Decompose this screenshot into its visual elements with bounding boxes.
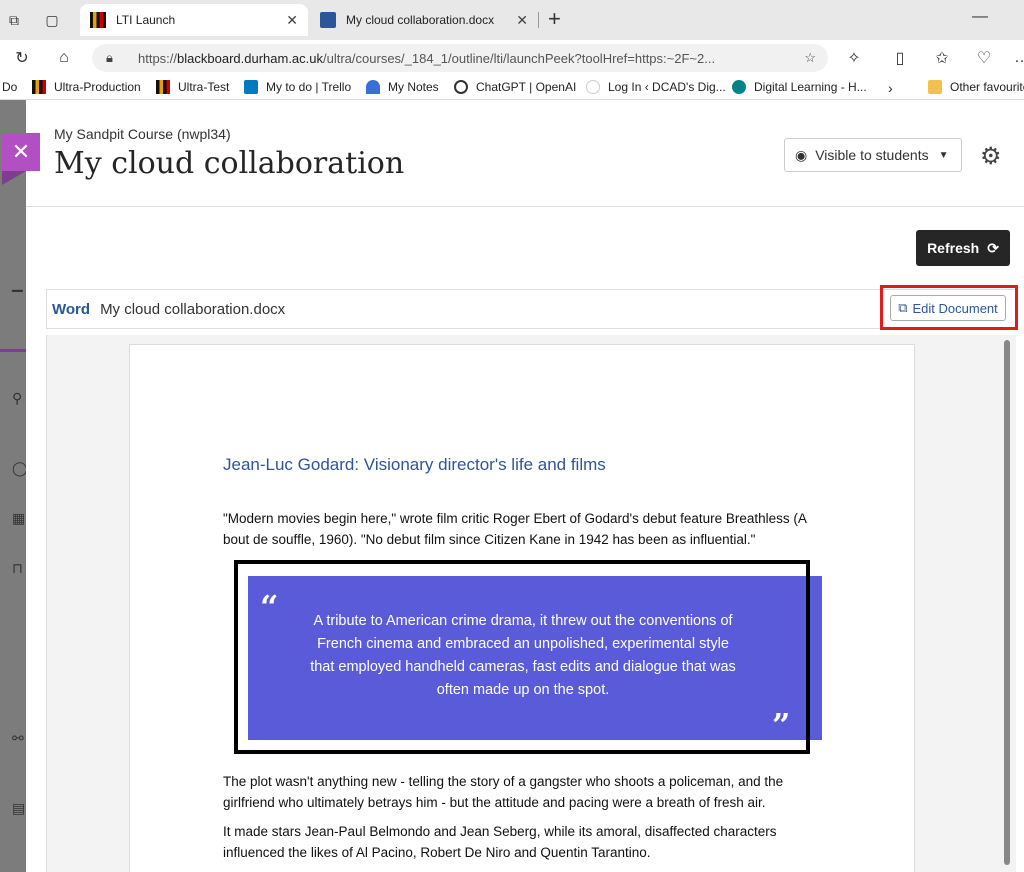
wordpress-icon — [586, 80, 600, 94]
visibility-dropdown[interactable]: ◉ Visible to students ▼ — [784, 138, 962, 172]
refresh-button[interactable]: Refresh ⟳ — [916, 230, 1010, 266]
bookmark-digital-learning[interactable]: Digital Learning - H... — [732, 80, 867, 94]
word-document-bar: Word My cloud collaboration.docx — [46, 289, 1016, 329]
highlight-box — [880, 285, 1018, 330]
bookmarks-bar: Do Ultra-Production Ultra-Test My to do … — [0, 76, 1024, 100]
lock-icon: 🔒︎ — [106, 50, 113, 65]
bookmark-ultra-test[interactable]: Ultra-Test — [156, 80, 229, 94]
blackboard-favicon — [90, 12, 106, 28]
reload-icon[interactable]: ↻ — [12, 48, 32, 68]
new-tab-icon[interactable]: + — [548, 8, 561, 30]
tab-word-doc[interactable]: My cloud collaboration.docx ✕ — [310, 4, 538, 36]
refresh-label: Refresh — [927, 240, 980, 256]
browser-essentials-icon[interactable]: ♡ — [974, 48, 994, 68]
favorites-icon[interactable]: ✩ — [932, 48, 952, 68]
header-divider — [26, 206, 1024, 207]
tab-separator — [538, 12, 539, 28]
url-prefix: https:// — [138, 50, 178, 66]
lti-peek-panel: My Sandpit Course (nwpl34) My cloud coll… — [26, 100, 1024, 872]
refresh-icon: ⟳ — [987, 239, 999, 256]
bookmark-ultra-production[interactable]: Ultra-Production — [32, 80, 141, 94]
tab-title: My cloud collaboration.docx — [346, 13, 495, 27]
bookmark-trello[interactable]: My to do | Trello — [244, 80, 351, 94]
document-filename: My cloud collaboration.docx — [100, 300, 286, 318]
bookmark-my-notes[interactable]: My Notes — [366, 80, 439, 94]
document-heading: Jean-Luc Godard: Visionary director's li… — [223, 455, 606, 474]
more-bookmarks-icon[interactable]: › — [888, 80, 893, 96]
url-path: /ultra/courses/_184_1/outline/lti/launch… — [323, 50, 716, 66]
extensions-icon[interactable]: ✧ — [844, 48, 864, 68]
blackboard-icon — [32, 80, 46, 94]
word-favicon — [320, 12, 336, 28]
folder-icon — [928, 80, 942, 94]
course-sidebar-overlay: ▔ ⚲ ◯ ▦ ⊓ ⚯ ▤ — [0, 100, 28, 872]
bookmark-chatgpt[interactable]: ChatGPT | OpenAI — [454, 80, 576, 94]
close-button-fold — [2, 171, 26, 185]
notes-icon — [366, 80, 380, 94]
bookmark-other-favourites[interactable]: Other favourites — [928, 80, 1024, 94]
favorite-star-icon[interactable]: ☆ — [804, 50, 816, 66]
tab-actions-icon[interactable]: ▢ — [42, 10, 62, 30]
document-paragraph: It made stars Jean-Paul Belmondo and Jea… — [223, 824, 777, 860]
tab-lti-launch[interactable]: LTI Launch ✕ — [80, 4, 308, 36]
tab-title: LTI Launch — [116, 13, 176, 27]
sidebar-link-icon[interactable]: ⚯ — [12, 730, 24, 747]
address-bar-row: ↻ ⌂ 🔒︎ https://blackboard.durham.ac.uk/u… — [0, 40, 1024, 76]
sidebar-grade-icon[interactable]: ▤ — [12, 800, 25, 817]
document-paragraph: The plot wasn't anything new - telling t… — [223, 774, 784, 810]
trello-icon — [244, 80, 258, 94]
blackboard-icon — [156, 80, 170, 94]
bookmark-dcad[interactable]: Log In ‹ DCAD's Dig... — [586, 80, 726, 94]
close-panel-button[interactable]: ✕ — [2, 133, 40, 171]
close-tab-icon[interactable]: ✕ — [286, 12, 298, 29]
scrollbar[interactable] — [1004, 340, 1010, 865]
close-tab-icon[interactable]: ✕ — [516, 12, 528, 29]
bookmark-do[interactable]: Do — [2, 80, 17, 94]
sidebar-glyph: ▔ — [12, 290, 23, 306]
workspaces-icon[interactable]: ⧉ — [4, 10, 24, 30]
document-paragraph: "Modern movies begin here," wrote film c… — [223, 511, 807, 547]
home-icon[interactable]: ⌂ — [54, 48, 74, 68]
url-input[interactable]: 🔒︎ https://blackboard.durham.ac.uk/ultra… — [92, 44, 828, 72]
openai-icon — [454, 80, 468, 94]
chevron-down-icon: ▼ — [938, 149, 949, 161]
course-name: My Sandpit Course (nwpl34) — [54, 126, 231, 142]
url-host: blackboard.durham.ac.uk — [177, 50, 324, 66]
sidebar-person-icon[interactable]: ⚲ — [12, 390, 22, 407]
gear-icon[interactable]: ⚙ — [980, 142, 1002, 171]
document-page: Jean-Luc Godard: Visionary director's li… — [129, 344, 915, 872]
more-icon[interactable]: … — [1012, 48, 1024, 68]
visibility-label: Visible to students — [815, 147, 929, 163]
close-icon: ✕ — [11, 139, 31, 164]
word-label: Word — [52, 300, 91, 318]
split-screen-icon[interactable]: ▯ — [890, 48, 910, 68]
eye-icon: ◉ — [795, 146, 808, 163]
annotation-box — [234, 560, 810, 754]
sharepoint-icon — [732, 80, 746, 94]
sidebar-image-icon[interactable]: ▦ — [12, 510, 25, 527]
browser-tab-bar: ⧉ ▢ LTI Launch ✕ My cloud collaboration.… — [0, 0, 1024, 40]
sidebar-active-tab — [0, 322, 26, 352]
page-title: My cloud collaboration — [54, 146, 405, 181]
minimize-icon[interactable]: — — [972, 8, 988, 26]
sidebar-lock-icon[interactable]: ⊓ — [12, 560, 23, 577]
